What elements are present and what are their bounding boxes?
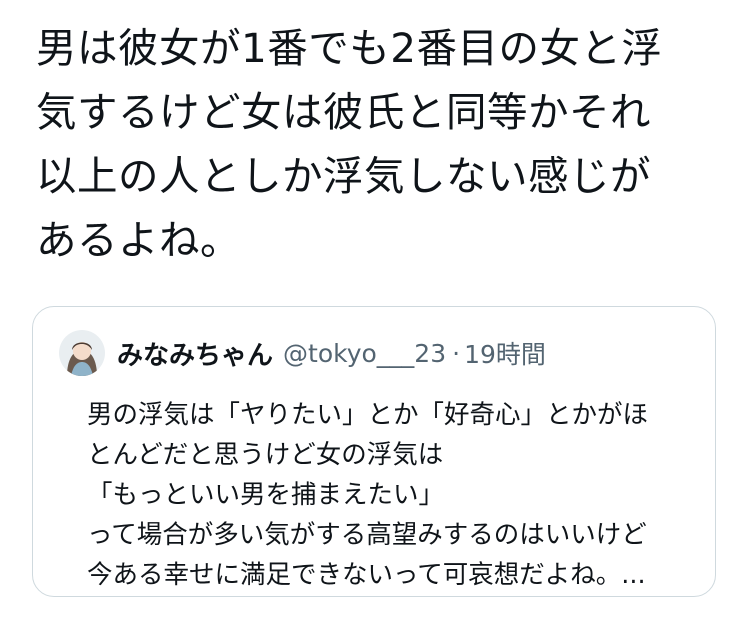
quoted-tweet-card[interactable]: みなみちゃん @tokyo___23 · 19時間 男の浮気は「ヤりたい」とか「… bbox=[32, 306, 716, 597]
quoted-tweet-text: 男の浮気は「ヤりたい」とか「好奇心」とかがほ とんどだと思うけど女の浮気は 「も… bbox=[87, 395, 717, 595]
quoted-text-line: って場合が多い気がする高望みするのはいいけど bbox=[87, 520, 647, 550]
quoted-text-line: 「もっといい男を捕まえたい」 bbox=[87, 480, 445, 510]
tweet-text-line: 気するけど女は彼氏と同等かそれ bbox=[36, 88, 651, 136]
tweet-text-line: 以上の人としか浮気しない感じが bbox=[36, 152, 651, 200]
quoted-tweet-header: みなみちゃん @tokyo___23 · 19時間 bbox=[59, 327, 546, 379]
quoted-author-name[interactable]: みなみちゃん bbox=[117, 335, 273, 372]
quoted-text-line: 男の浮気は「ヤりたい」とか「好奇心」とかがほ bbox=[87, 400, 649, 430]
tweet-text: 男は彼女が1番でも2番目の女と浮 気するけど女は彼氏と同等かそれ 以上の人としか… bbox=[36, 16, 726, 272]
tweet-text-line: 男は彼女が1番でも2番目の女と浮 bbox=[36, 24, 663, 72]
quoted-text-line: とんどだと思うけど女の浮気は bbox=[87, 440, 444, 470]
tweet-text-line: あるよね。 bbox=[36, 216, 241, 264]
quoted-timestamp[interactable]: 19時間 bbox=[464, 335, 546, 371]
meta-separator: · bbox=[452, 338, 461, 368]
user-avatar-icon[interactable] bbox=[59, 330, 105, 376]
quoted-author-handle[interactable]: @tokyo___23 bbox=[283, 339, 446, 368]
quoted-text-line: 今ある幸せに満足できないって可哀想だよね。... bbox=[87, 560, 646, 590]
